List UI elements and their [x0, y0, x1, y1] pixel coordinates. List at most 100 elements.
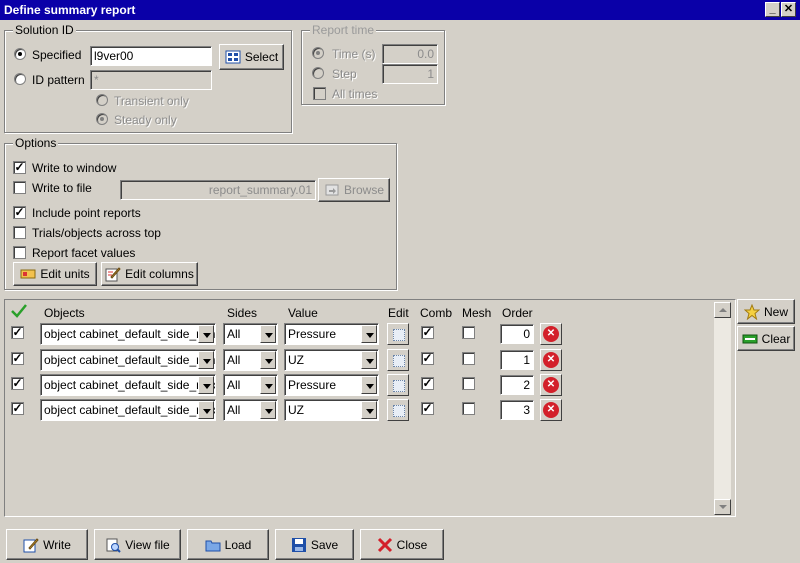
sides-select[interactable]: All	[223, 349, 278, 371]
sides-select[interactable]: All	[223, 323, 278, 345]
all-times-checkbox[interactable]	[313, 87, 326, 100]
specified-radio[interactable]	[14, 48, 26, 60]
scroll-up-arrow-icon[interactable]	[714, 302, 731, 318]
edit-row-button[interactable]	[387, 399, 409, 421]
clear-icon	[742, 331, 758, 347]
write-pencil-icon	[23, 537, 39, 553]
dropdown-arrow-icon[interactable]	[361, 376, 377, 394]
row-enable-checkbox[interactable]: ✓	[11, 402, 24, 415]
new-button[interactable]: New	[737, 299, 795, 324]
edit-row-button[interactable]	[387, 323, 409, 345]
id-pattern-radio[interactable]	[14, 73, 26, 85]
order-input[interactable]: 0	[500, 324, 534, 344]
order-input[interactable]: 2	[500, 375, 534, 395]
report-file-input[interactable]: report_summary.01	[120, 180, 316, 200]
mesh-checkbox[interactable]	[462, 352, 475, 365]
row-enable-checkbox[interactable]: ✓	[11, 352, 24, 365]
dropdown-arrow-icon[interactable]	[260, 401, 276, 419]
comb-checkbox[interactable]: ✓	[421, 326, 434, 339]
mesh-checkbox[interactable]	[462, 326, 475, 339]
header-sides: Sides	[227, 306, 258, 320]
comb-checkbox[interactable]: ✓	[421, 402, 434, 415]
mesh-checkbox[interactable]	[462, 402, 475, 415]
star-icon	[743, 303, 761, 320]
clear-button-label: Clear	[761, 331, 791, 346]
dropdown-arrow-icon[interactable]	[260, 325, 276, 343]
close-button-label: Close	[396, 537, 428, 552]
view-file-button[interactable]: View file	[94, 529, 181, 560]
browse-button[interactable]: Browse	[318, 178, 390, 202]
comb-checkbox[interactable]: ✓	[421, 352, 434, 365]
step-radio[interactable]	[312, 67, 324, 79]
sides-select[interactable]: All	[223, 374, 278, 396]
list-scrollbar[interactable]	[714, 302, 731, 515]
dropdown-arrow-icon[interactable]	[198, 351, 214, 369]
report-facet-values-checkbox[interactable]	[13, 246, 26, 259]
order-input[interactable]: 3	[500, 400, 534, 420]
comb-checkbox[interactable]: ✓	[421, 377, 434, 390]
solution-id-title: Solution ID	[13, 23, 76, 37]
specified-input[interactable]: l9ver00	[90, 46, 212, 66]
object-select-value: object cabinet_default_side_max	[44, 378, 215, 392]
transient-only-radio[interactable]	[96, 94, 108, 106]
step-input[interactable]: 1	[382, 64, 438, 84]
value-select[interactable]: UZ	[284, 399, 379, 421]
object-select[interactable]: object cabinet_default_side_max	[40, 399, 216, 421]
save-button[interactable]: Save	[275, 529, 354, 560]
mesh-checkbox[interactable]	[462, 377, 475, 390]
dropdown-arrow-icon[interactable]	[198, 325, 214, 343]
dropdown-arrow-icon[interactable]	[260, 351, 276, 369]
id-pattern-input[interactable]: *	[90, 70, 212, 90]
time-radio[interactable]	[312, 47, 324, 59]
trials-objects-across-top-checkbox[interactable]	[13, 226, 26, 239]
delete-row-icon[interactable]	[540, 399, 562, 421]
write-to-file-label: Write to file	[32, 181, 92, 195]
clear-button[interactable]: Clear	[737, 326, 795, 351]
object-select[interactable]: object cabinet_default_side_max	[40, 374, 216, 396]
object-select[interactable]: object cabinet_default_side_min	[40, 349, 216, 371]
steady-only-label: Steady only	[114, 113, 177, 127]
dropdown-arrow-icon[interactable]	[361, 325, 377, 343]
write-to-file-checkbox[interactable]	[13, 181, 26, 194]
steady-only-radio[interactable]	[96, 113, 108, 125]
edit-units-label: Edit units	[40, 267, 90, 281]
dropdown-arrow-icon[interactable]	[198, 401, 214, 419]
sides-select[interactable]: All	[223, 399, 278, 421]
edit-units-button[interactable]: Edit units	[13, 262, 97, 286]
dropdown-arrow-icon[interactable]	[361, 401, 377, 419]
time-input[interactable]: 0.0	[382, 44, 438, 64]
dropdown-arrow-icon[interactable]	[260, 376, 276, 394]
order-input[interactable]: 1	[500, 350, 534, 370]
write-button[interactable]: Write	[6, 529, 88, 560]
include-point-reports-checkbox[interactable]: ✓	[13, 206, 26, 219]
delete-row-icon[interactable]	[540, 323, 562, 345]
scroll-down-arrow-icon[interactable]	[714, 499, 731, 515]
value-select[interactable]: Pressure	[284, 374, 379, 396]
value-select[interactable]: Pressure	[284, 323, 379, 345]
trials-objects-across-top-label: Trials/objects across top	[32, 226, 161, 240]
close-window-icon[interactable]: ✕	[781, 2, 796, 17]
object-select[interactable]: object cabinet_default_side_min	[40, 323, 216, 345]
options-title: Options	[13, 136, 59, 150]
write-to-window-checkbox[interactable]: ✓	[13, 161, 26, 174]
select-button[interactable]: Select	[219, 44, 284, 70]
object-select-value: object cabinet_default_side_min	[44, 353, 215, 367]
load-button[interactable]: Load	[187, 529, 269, 560]
id-pattern-label: ID pattern	[32, 73, 85, 87]
edit-columns-button[interactable]: Edit columns	[101, 262, 198, 286]
edit-row-button[interactable]	[387, 374, 409, 396]
delete-row-icon[interactable]	[540, 374, 562, 396]
close-button[interactable]: Close	[360, 529, 444, 560]
value-select[interactable]: UZ	[284, 349, 379, 371]
row-enable-checkbox[interactable]: ✓	[11, 326, 24, 339]
select-list-icon	[225, 49, 241, 65]
select-all-check-icon[interactable]	[10, 303, 28, 322]
dropdown-arrow-icon[interactable]	[198, 376, 214, 394]
edit-row-button[interactable]	[387, 349, 409, 371]
delete-row-icon[interactable]	[540, 349, 562, 371]
load-folder-icon	[205, 537, 221, 553]
units-icon	[20, 266, 36, 282]
minimize-icon[interactable]: _	[765, 2, 780, 17]
dropdown-arrow-icon[interactable]	[361, 351, 377, 369]
row-enable-checkbox[interactable]: ✓	[11, 377, 24, 390]
